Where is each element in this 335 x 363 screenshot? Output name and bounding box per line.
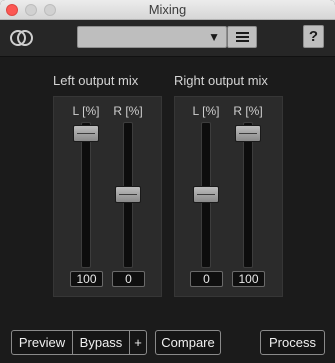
window-title: Mixing (148, 2, 187, 17)
linked-rings-icon[interactable] (9, 29, 35, 47)
left-mix-r-slider-handle[interactable] (115, 186, 141, 203)
preset-menu-button[interactable] (227, 26, 257, 48)
title-bar: Mixing (0, 0, 335, 20)
right-mix-r-value-field[interactable]: 100 (232, 271, 265, 287)
left-mix-l-slider-track[interactable] (81, 122, 91, 268)
menu-icon (236, 32, 249, 42)
right-mix-r-slider-handle[interactable] (235, 125, 261, 142)
left-mix-l-label: L [%] (72, 104, 100, 118)
preview-button[interactable]: Preview (11, 330, 73, 355)
process-button[interactable]: Process (260, 330, 325, 355)
preset-dropdown[interactable]: ▼ (77, 26, 227, 48)
help-button[interactable]: ? (303, 25, 324, 48)
right-mix-l-label: L [%] (192, 104, 220, 118)
right-mix-l-slider-handle[interactable] (193, 186, 219, 203)
mixing-window: Mixing ▼ ? Left output mix L [%] R [%] 1… (0, 0, 335, 363)
left-output-mix-panel (53, 96, 162, 297)
right-mix-l-value-field[interactable]: 0 (190, 271, 223, 287)
left-mix-l-slider-handle[interactable] (73, 125, 99, 142)
right-output-mix-title: Right output mix (174, 73, 268, 88)
left-mix-r-label: R [%] (113, 104, 143, 118)
left-mix-l-value-field[interactable]: 100 (70, 271, 103, 287)
right-mix-r-slider-track[interactable] (243, 122, 253, 268)
bypass-options-button[interactable]: + (129, 330, 147, 355)
compare-button[interactable]: Compare (155, 330, 221, 355)
bypass-button[interactable]: Bypass (72, 330, 130, 355)
toolbar: ▼ ? (0, 20, 335, 57)
left-output-mix-title: Left output mix (53, 73, 139, 88)
right-output-mix-panel (174, 96, 283, 297)
right-mix-r-label: R [%] (233, 104, 263, 118)
chevron-down-icon: ▼ (208, 30, 220, 44)
left-mix-r-value-field[interactable]: 0 (112, 271, 145, 287)
